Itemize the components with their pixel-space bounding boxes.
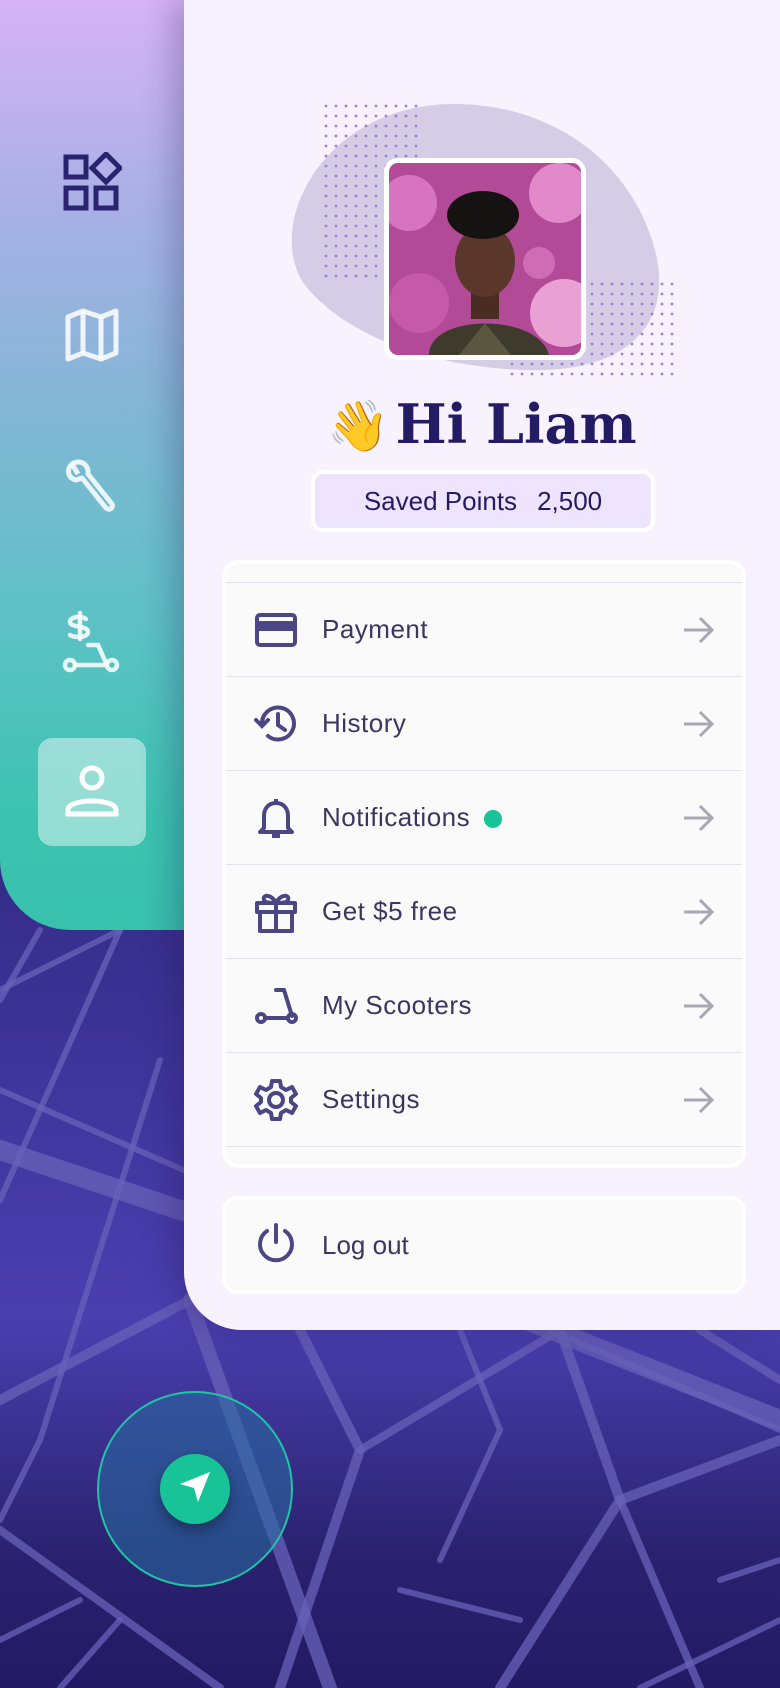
map-icon (62, 305, 122, 369)
sidebar (0, 0, 200, 930)
menu-item-label: Get $5 free (322, 896, 458, 926)
notifications-label: Notifications (322, 802, 471, 832)
bell-icon (254, 796, 298, 840)
locate-me-button[interactable] (160, 1454, 230, 1524)
arrow-right-icon (684, 804, 715, 831)
logout-button[interactable]: Log out (222, 1196, 746, 1294)
menu-item-label: Settings (322, 1084, 420, 1114)
credit-card-icon (254, 608, 298, 652)
unread-badge (484, 810, 503, 829)
logout-label: Log out (322, 1229, 409, 1260)
points-value: 2,500 (537, 485, 603, 516)
arrow-right-icon (684, 898, 715, 925)
sidebar-item-service[interactable] (38, 436, 146, 544)
navigation-arrow-icon (178, 1470, 212, 1508)
scooter-dollar-icon (62, 609, 122, 677)
menu-item-settings[interactable]: Settings (226, 1052, 742, 1146)
menu-item-my-scooters[interactable]: My Scooters (226, 958, 742, 1052)
menu-item-payment[interactable]: Payment (226, 582, 742, 676)
arrow-right-icon (684, 1086, 715, 1113)
sidebar-item-rental[interactable] (38, 589, 146, 697)
dashboard-icon (62, 150, 124, 216)
menu-divider (226, 1146, 742, 1147)
sidebar-item-profile[interactable] (38, 738, 146, 846)
sidebar-item-map[interactable] (38, 283, 146, 391)
wrench-icon (62, 458, 122, 522)
profile-menu: Payment History Notifications Get $5 fre… (222, 560, 746, 1168)
arrow-right-icon (684, 710, 715, 737)
menu-item-get-free[interactable]: Get $5 free (226, 864, 742, 958)
points-label: Saved Points (363, 485, 518, 516)
menu-item-label: My Scooters (322, 990, 472, 1020)
saved-points-badge: Saved Points 2,500 (311, 470, 655, 532)
greeting-heading: 👋 Hi Liam (184, 392, 780, 456)
user-icon (62, 760, 122, 824)
wave-emoji: 👋 (327, 397, 390, 455)
profile-panel: 👋 Hi Liam Saved Points 2,500 Payment His… (184, 0, 780, 1330)
power-icon (256, 1222, 296, 1268)
arrow-right-icon (684, 616, 715, 643)
menu-item-history[interactable]: History (226, 676, 742, 770)
menu-item-label: Payment (322, 614, 429, 644)
scooter-icon (254, 984, 298, 1028)
greeting-text: Hi Liam (395, 392, 637, 456)
arrow-right-icon (684, 992, 715, 1019)
avatar[interactable] (384, 158, 586, 360)
gear-icon (254, 1078, 298, 1122)
sidebar-item-dashboard[interactable] (38, 130, 146, 238)
menu-item-notifications[interactable]: Notifications (226, 770, 742, 864)
menu-item-label: History (322, 708, 407, 738)
history-icon (254, 702, 298, 746)
menu-item-label: Notifications (322, 802, 503, 833)
gift-icon (254, 890, 298, 934)
